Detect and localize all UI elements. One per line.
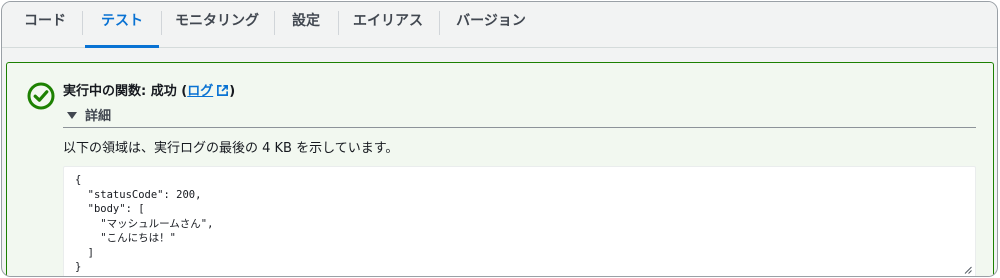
tab-aliases[interactable]: エイリアス xyxy=(342,2,434,48)
tab-test-label: テスト xyxy=(101,13,143,29)
tab-monitoring[interactable]: モニタリング xyxy=(164,2,270,48)
tab-divider xyxy=(161,11,162,35)
caret-down-icon xyxy=(67,112,77,119)
active-tab-indicator xyxy=(85,45,159,48)
tab-test[interactable]: テスト xyxy=(85,2,159,48)
tab-divider xyxy=(274,11,275,35)
resize-handle-icon[interactable] xyxy=(964,266,972,274)
tab-configuration-label: 設定 xyxy=(292,13,320,29)
tab-monitoring-label: モニタリング xyxy=(175,13,259,29)
execution-output-box[interactable]: { "statusCode": 200, "body": [ "マッシュルームさ… xyxy=(63,166,976,276)
details-toggle[interactable]: 詳細 xyxy=(67,105,111,124)
log-link-label: ログ xyxy=(187,84,214,99)
details-label: 詳細 xyxy=(85,109,112,124)
execution-status-suffix: ) xyxy=(229,84,236,99)
tab-aliases-label: エイリアス xyxy=(353,13,423,29)
execution-status-text: 実行中の関数: 成功 ( xyxy=(63,84,188,99)
tab-versions-label: バージョン xyxy=(456,13,526,29)
tab-code[interactable]: コード xyxy=(12,2,78,48)
external-link-icon xyxy=(217,85,229,96)
tab-code-label: コード xyxy=(24,13,66,29)
tab-divider xyxy=(82,11,83,35)
log-description: 以下の領域は、実行ログの最後の 4 KB を示しています。 xyxy=(63,141,399,156)
details-divider xyxy=(63,127,976,128)
execution-status: 実行中の関数: 成功 (ログ ) xyxy=(63,80,235,99)
log-link[interactable]: ログ xyxy=(187,84,229,99)
check-circle-icon xyxy=(27,82,55,110)
tab-configuration[interactable]: 設定 xyxy=(278,2,334,48)
lambda-function-panel: コード テスト モニタリング 設定 エイリアス バージョン 実行中の関数: 成功… xyxy=(1,1,998,277)
tab-divider xyxy=(439,11,440,35)
tab-versions[interactable]: バージョン xyxy=(443,2,539,48)
execution-result-alert: 実行中の関数: 成功 (ログ ) 詳細 以下の領域は、実行ログの最後の 4 KB… xyxy=(6,62,994,276)
execution-output: { "statusCode": 200, "body": [ "マッシュルームさ… xyxy=(75,174,214,273)
tab-bar: コード テスト モニタリング 設定 エイリアス バージョン xyxy=(2,2,997,48)
tab-divider xyxy=(338,11,339,35)
